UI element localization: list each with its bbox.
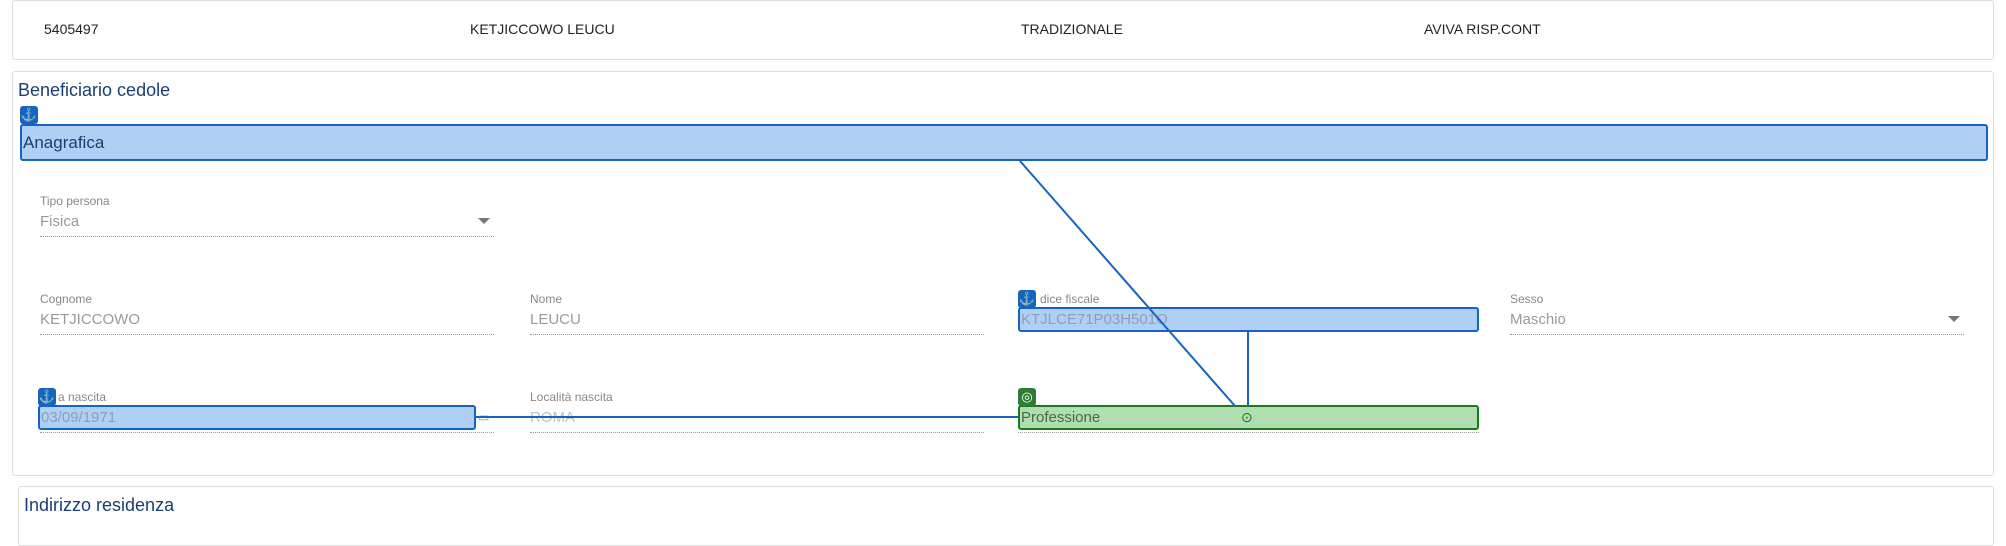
client-name: KETJICCOWO LEUCU [470, 21, 615, 37]
nome-label: Nome [530, 292, 563, 306]
target-icon: ◎ [1018, 388, 1036, 406]
anagrafica-header[interactable] [20, 124, 1988, 161]
crosshair-icon: ⊙ [1241, 409, 1253, 425]
sesso-underline [1510, 334, 1964, 335]
anagrafica-label: Anagrafica [23, 133, 105, 152]
nome-underline [530, 334, 984, 335]
professione-label: Professione [1021, 409, 1101, 426]
codice-fiscale-label: dice fiscale [1040, 292, 1100, 306]
localita-nascita-underline [530, 432, 984, 433]
sesso-label: Sesso [1510, 292, 1544, 306]
data-nascita-value: 03/09/1971 [41, 409, 117, 426]
summary-card [12, 0, 1994, 60]
address-card [18, 486, 1994, 546]
data-nascita-label: a nascita [58, 390, 107, 404]
cognome-underline [40, 334, 494, 335]
tipo-persona-underline [40, 236, 494, 237]
cognome-field[interactable]: KETJICCOWO [40, 311, 140, 328]
professione-underline [1018, 432, 1479, 433]
address-section-title: Indirizzo residenza [24, 495, 175, 515]
calendar-icon[interactable]: ▭ [478, 410, 489, 424]
policy-number: 5405497 [44, 21, 99, 37]
cognome-label: Cognome [40, 292, 93, 306]
product-name: AVIVA RISP.CONT [1424, 21, 1541, 37]
anchor-icon: ⚓ [38, 388, 56, 406]
chevron-down-icon[interactable] [1948, 316, 1960, 322]
codice-fiscale-value: KTJLCE71P03H501O [1021, 311, 1168, 328]
tipo-persona-label: Tipo persona [40, 194, 110, 208]
chevron-down-icon[interactable] [478, 218, 490, 224]
localita-nascita-label: Località nascita [530, 390, 613, 404]
anchor-icon: ⚓ [1018, 290, 1036, 308]
anchor-icon: ⚓ [20, 106, 38, 124]
sesso-select[interactable]: Maschio [1510, 311, 1566, 328]
product-type: TRADIZIONALE [1021, 21, 1123, 37]
beneficiary-section-title: Beneficiario cedole [18, 80, 171, 100]
nome-field[interactable]: LEUCU [530, 311, 581, 328]
localita-nascita-field[interactable]: ROMA [530, 409, 575, 426]
data-nascita-underline [40, 432, 494, 433]
tipo-persona-select[interactable]: Fisica [40, 213, 79, 230]
